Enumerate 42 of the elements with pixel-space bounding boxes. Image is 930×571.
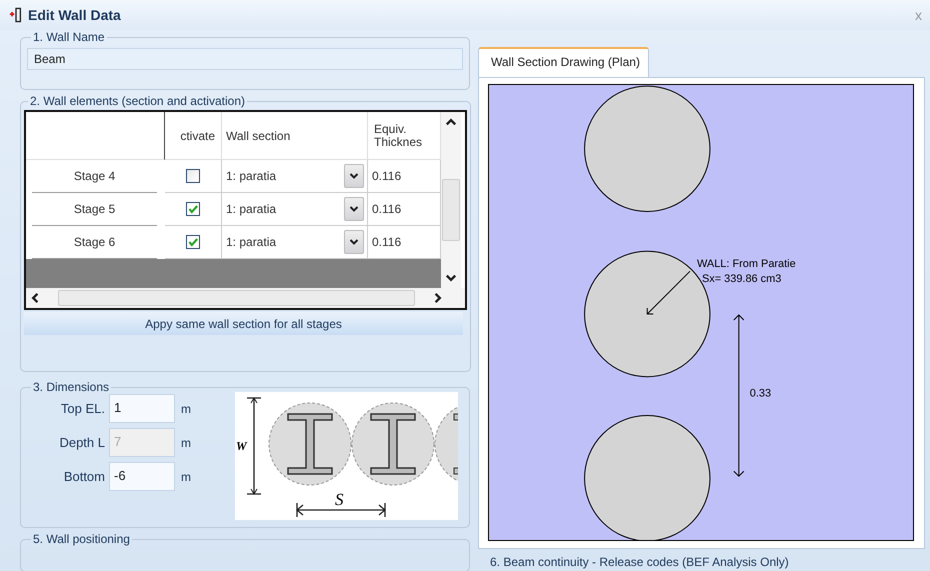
scroll-down-icon[interactable] (445, 273, 457, 283)
dimension-text: 0.33 (750, 388, 772, 400)
chevron-down-icon[interactable] (344, 230, 364, 254)
scroll-right-icon[interactable] (433, 292, 443, 304)
field-label: Depth L (58, 435, 106, 450)
checkbox[interactable] (186, 235, 200, 249)
group-legend: 2. Wall elements (section and activation) (28, 94, 247, 108)
scroll-up-icon[interactable] (445, 117, 457, 127)
chevron-down-icon[interactable] (344, 197, 364, 221)
row-header: Stage 4 (32, 160, 157, 193)
column-header: Wall section (222, 112, 368, 160)
dropdown[interactable]: 1: paratia (222, 160, 368, 193)
apply-button[interactable]: Appy same wall section for all stages (24, 312, 463, 335)
tab[interactable]: Wall Section Drawing (Plan) (478, 47, 649, 77)
checkbox[interactable] (186, 202, 200, 216)
input-field[interactable]: Beam (27, 48, 463, 70)
horizontal-scrollbar[interactable] (26, 288, 465, 308)
group-legend: 3. Dimensions (31, 380, 112, 394)
unit-label: m (181, 436, 191, 450)
group-legend: 1. Wall Name (31, 30, 107, 44)
pile-section-drawing: W S (235, 392, 458, 520)
input-field[interactable]: 1 (109, 394, 175, 423)
window-title: Edit Wall Data (28, 7, 121, 23)
annotation-text: Sx= 339.86 cm3 (702, 273, 782, 286)
field-label: Top EL. (60, 401, 106, 416)
annotation-text: WALL: From Paratie (697, 258, 796, 270)
leader-arrow (646, 270, 691, 314)
dropdown[interactable]: 1: paratia (222, 193, 368, 226)
row-header: Stage 5 (32, 193, 157, 226)
group-legend: 6. Beam continuity - Release codes (BEF Analysis Only) (478, 555, 925, 569)
group-legend: 5. Wall positioning (31, 532, 132, 546)
scroll-left-icon[interactable] (30, 292, 40, 304)
plus-bracket-icon (9, 6, 23, 24)
chevron-down-icon[interactable] (344, 164, 364, 188)
vertical-scrollbar[interactable] (441, 112, 461, 288)
unit-label: m (181, 402, 191, 416)
unit-label: m (181, 470, 191, 484)
column-header: ctivate (165, 112, 222, 160)
column-header: Equiv. Thicknes (368, 112, 441, 160)
field-label: Bottom (62, 469, 106, 484)
input-field[interactable]: -6 (109, 462, 175, 491)
checkbox[interactable] (186, 169, 200, 183)
